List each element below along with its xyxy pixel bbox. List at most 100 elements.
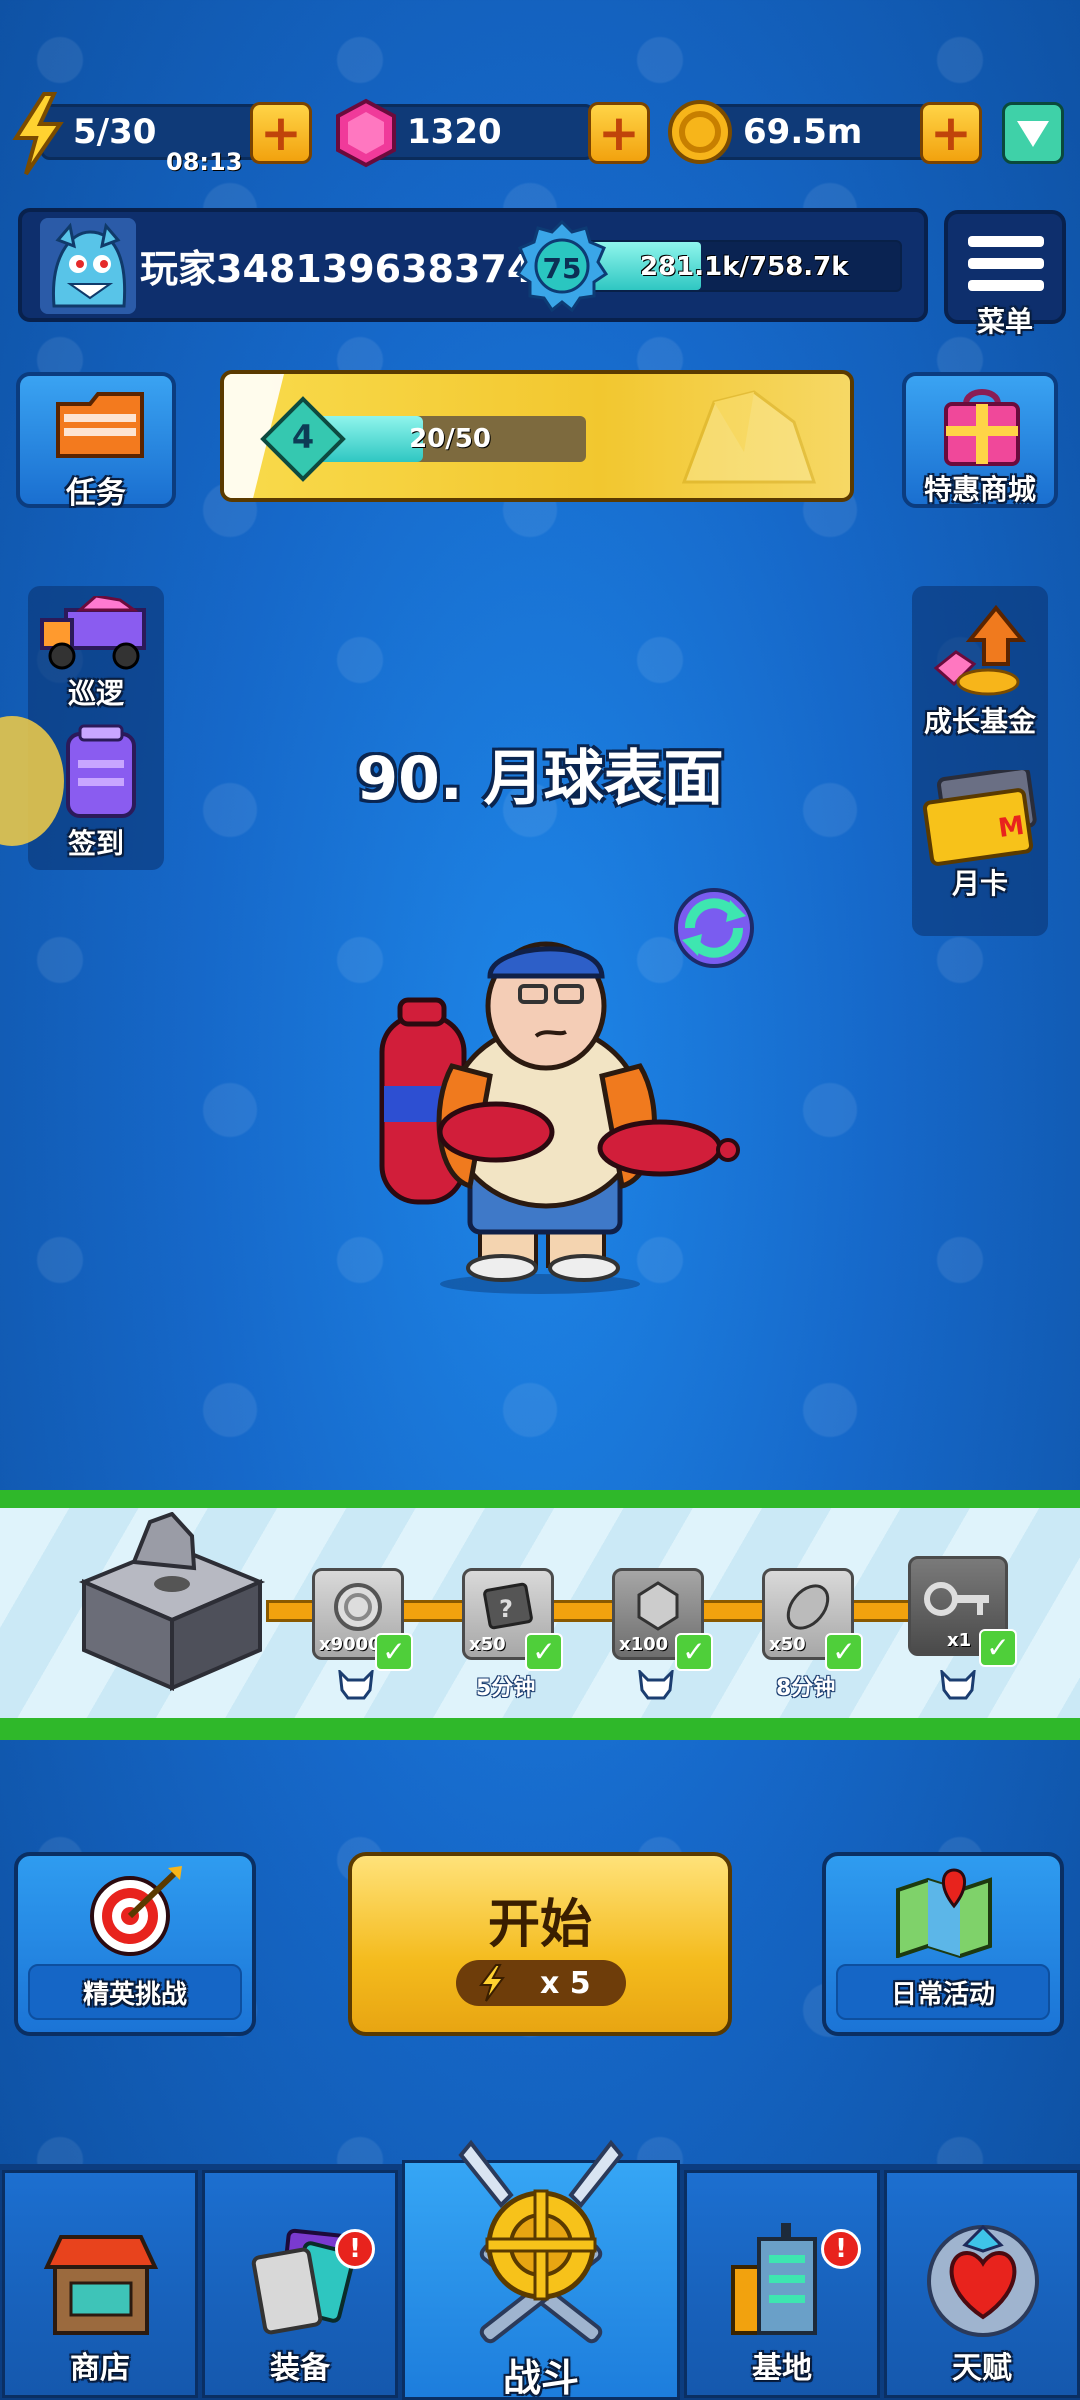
- crossed-swords-icon: [458, 2139, 624, 2344]
- nav-tab-equipment[interactable]: ! 装备: [202, 2170, 398, 2398]
- folder-icon: [56, 392, 144, 458]
- reward-item[interactable]: x9000 ✓: [312, 1568, 413, 1671]
- gem-icon: [336, 98, 396, 168]
- reward-qty: x9000: [319, 1634, 381, 1655]
- patrol-button[interactable]: 巡逻: [36, 594, 156, 710]
- truck-icon: [40, 594, 146, 670]
- start-cost: x 5: [540, 1966, 591, 2001]
- boss-skull-icon: [338, 1670, 374, 1700]
- player-name: 玩家3481396383747: [140, 247, 560, 291]
- card-icon: M: [922, 770, 1037, 866]
- shield-icon: [1017, 121, 1049, 147]
- reward-item[interactable]: x1 ✓: [908, 1556, 1017, 1667]
- stone-material-icon: [786, 1584, 830, 1630]
- claimed-check-icon: ✓: [825, 1633, 863, 1671]
- elite-challenge-label: 精英挑战: [82, 1980, 187, 2010]
- nav-tab-base[interactable]: ! 基地: [684, 2170, 880, 2398]
- nav-tab-shop[interactable]: 商店: [2, 2170, 198, 2398]
- tasks-label: 任务: [66, 476, 126, 511]
- nav-tab-talent[interactable]: 天赋: [884, 2170, 1080, 2398]
- start-label: 开始: [487, 1895, 592, 1955]
- daily-activity-label: 日常活动: [890, 1980, 995, 2010]
- reward-item[interactable]: ? x50 ✓: [462, 1568, 563, 1671]
- elite-challenge-button[interactable]: 精英挑战: [14, 1852, 256, 2036]
- avatar[interactable]: [40, 218, 136, 314]
- vip-shield-button[interactable]: [1002, 102, 1064, 164]
- claimed-check-icon: ✓: [525, 1633, 563, 1671]
- menu-line-icon: [968, 258, 1044, 269]
- boss-skull-icon: [638, 1670, 674, 1700]
- monthly-card-label: 月卡: [951, 867, 1008, 900]
- map-icon: [896, 1868, 992, 1958]
- coins-count: 69.5m: [743, 112, 863, 152]
- svg-text:?: ?: [499, 1595, 513, 1623]
- nav-tab-battle[interactable]: 战斗: [402, 2139, 680, 2400]
- shop-icon: [43, 2235, 159, 2335]
- reward-qty: x100: [619, 1634, 669, 1655]
- patrol-label: 巡逻: [67, 677, 124, 710]
- nav-base-label: 基地: [752, 2351, 812, 2386]
- claimed-check-icon: ✓: [375, 1633, 413, 1671]
- nav-equipment-label: 装备: [270, 2351, 330, 2386]
- nav-battle-label: 战斗: [502, 2356, 579, 2400]
- gift-bag-icon: [944, 389, 1020, 466]
- reward-qty: x50: [769, 1634, 806, 1655]
- pass-progress-text: 20/50: [409, 424, 491, 454]
- boss-skull-icon: [940, 1670, 976, 1700]
- reward-item[interactable]: x100 ✓: [612, 1568, 713, 1671]
- energy-count: 5/30: [73, 112, 157, 152]
- daily-activity-button[interactable]: 日常活动: [822, 1852, 1064, 2036]
- bottom-nav: 商店 ! 装备 战斗 ! 基地 天赋: [0, 2139, 1080, 2400]
- key-icon: [924, 1582, 989, 1616]
- reward-qty: x1: [947, 1630, 972, 1651]
- claimed-check-icon: ✓: [979, 1629, 1017, 1667]
- special-shop-button[interactable]: 特惠商城: [902, 372, 1058, 508]
- special-shop-label: 特惠商城: [923, 473, 1036, 506]
- gems-count: 1320: [407, 112, 502, 152]
- target-icon: [90, 1866, 182, 1956]
- mystery-ticket-icon: ?: [483, 1582, 533, 1630]
- treasure-icon: [681, 390, 817, 484]
- add-gems-button[interactable]: +: [588, 102, 650, 164]
- reward-item[interactable]: x50 ✓: [762, 1568, 863, 1671]
- pass-level: 4: [291, 418, 315, 456]
- coin-reward-icon: [334, 1583, 382, 1631]
- reward-qty: x50: [469, 1634, 506, 1655]
- reward-time: 8分钟: [776, 1676, 836, 1701]
- start-button[interactable]: 开始 x 5: [348, 1852, 732, 2036]
- reward-time: 5分钟: [476, 1676, 536, 1701]
- equipment-alert-badge: !: [335, 2229, 375, 2269]
- nav-talent-label: 天赋: [952, 2351, 1012, 2386]
- growth-arrow-icon: [933, 604, 1027, 696]
- xp-bar: 281.1k/758.7k: [582, 240, 902, 292]
- growth-fund-label: 成长基金: [923, 705, 1036, 738]
- lightning-icon: [479, 1964, 505, 2002]
- svg-text:M: M: [996, 811, 1026, 844]
- growth-fund-button[interactable]: 成长基金: [916, 604, 1044, 738]
- add-energy-button[interactable]: +: [250, 102, 312, 164]
- nav-shop-label: 商店: [70, 2351, 130, 2386]
- player-level: 75: [542, 252, 582, 285]
- menu-line-icon: [968, 280, 1044, 291]
- xp-text: 281.1k/758.7k: [640, 252, 849, 282]
- hexagon-material-icon: [637, 1581, 679, 1631]
- start-cost-pill: x 5: [456, 1960, 626, 2006]
- battle-pass-banner[interactable]: 20/50 4: [220, 370, 854, 502]
- claimed-check-icon: ✓: [675, 1633, 713, 1671]
- tasks-button[interactable]: 任务: [16, 372, 176, 511]
- base-alert-badge: !: [821, 2229, 861, 2269]
- energy-timer: 08:13: [166, 148, 243, 176]
- calendar-icon: [66, 724, 136, 818]
- pass-progress-bar: 20/50: [314, 416, 586, 462]
- hero-character: [379, 941, 740, 1294]
- stage-reward-strip: x9000 ✓ ? x50 ✓ 5分钟 x100 ✓ x50 ✓ 8分钟 x1 …: [0, 1490, 1080, 1740]
- lightning-icon: [12, 92, 64, 176]
- monster-avatar-icon: [40, 218, 136, 314]
- moon-block-icon: [78, 1512, 266, 1692]
- profile-bar[interactable]: 玩家3481396383747 281.1k/758.7k 75: [18, 208, 928, 322]
- monthly-card-button[interactable]: M 月卡: [916, 770, 1044, 904]
- coin-icon: [668, 100, 732, 164]
- add-coins-button[interactable]: +: [920, 102, 982, 164]
- menu-label: 菜单: [976, 305, 1033, 338]
- signin-label: 签到: [67, 827, 124, 860]
